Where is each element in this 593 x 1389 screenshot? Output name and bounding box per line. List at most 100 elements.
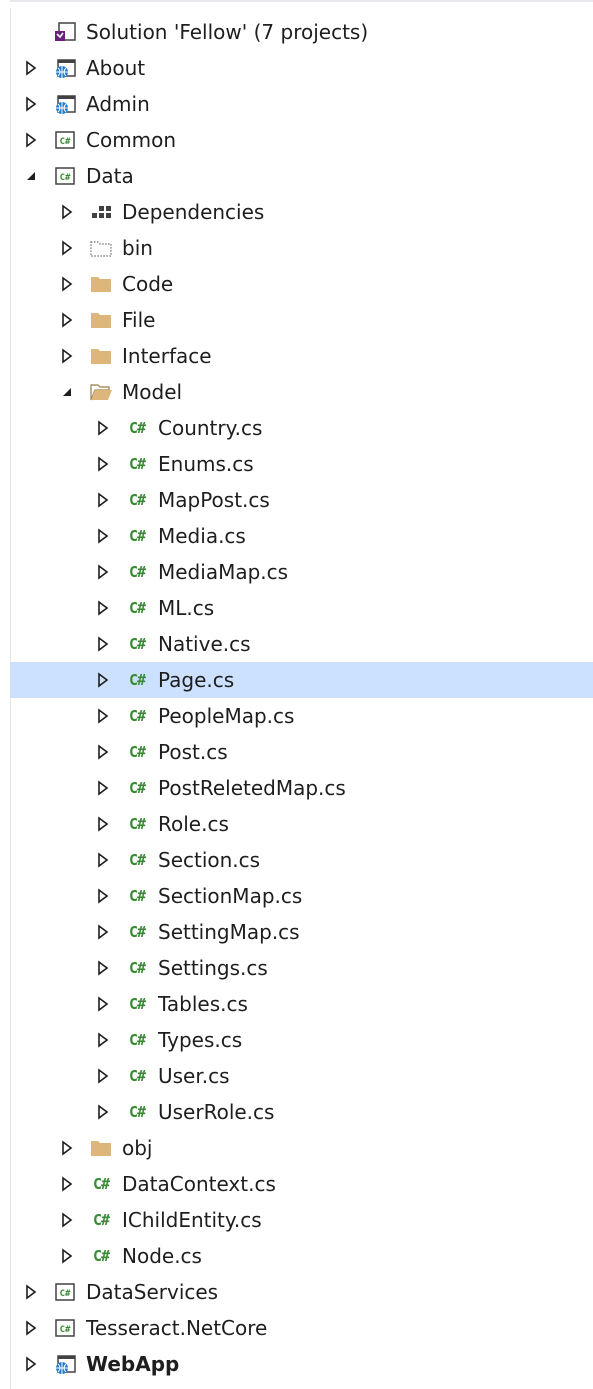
expand-arrow-icon[interactable]	[94, 770, 112, 806]
tree-item-label: Admin	[86, 92, 150, 116]
tree-item-content: C# ML.cs	[94, 590, 214, 626]
tree-item[interactable]: Interface	[0, 338, 593, 374]
tree-item[interactable]: C# Media.cs	[0, 518, 593, 554]
tree-item-label: Media.cs	[158, 524, 246, 548]
tree-item[interactable]: C# DataServices	[0, 1274, 593, 1310]
tree-item-label: Model	[122, 380, 183, 404]
expand-arrow-icon[interactable]	[22, 86, 40, 122]
expand-arrow-icon[interactable]	[94, 842, 112, 878]
tree-item[interactable]: bin	[0, 230, 593, 266]
csharp-file-icon: C#	[128, 815, 146, 833]
expand-arrow-icon[interactable]	[58, 338, 76, 374]
tree-item[interactable]: C# Page.cs	[10, 662, 593, 698]
tree-item[interactable]: C# Data	[0, 158, 593, 194]
tree-item[interactable]: C# SectionMap.cs	[0, 878, 593, 914]
tree-item[interactable]: obj	[0, 1130, 593, 1166]
hidden-folder-icon	[90, 237, 112, 259]
folder-icon	[90, 1137, 112, 1159]
tree-item-label: Code	[122, 272, 174, 296]
collapse-arrow-icon[interactable]	[22, 158, 40, 194]
expand-arrow-icon[interactable]	[94, 662, 112, 698]
folder-icon	[90, 309, 112, 331]
svg-text:C#: C#	[60, 173, 71, 183]
expand-arrow-icon[interactable]	[58, 194, 76, 230]
tree-item[interactable]: C# SettingMap.cs	[0, 914, 593, 950]
tree-item[interactable]: C# Enums.cs	[0, 446, 593, 482]
tree-item[interactable]: About	[0, 50, 593, 86]
tree-item[interactable]: C# Types.cs	[0, 1022, 593, 1058]
tree-item[interactable]: C# Tesseract.NetCore	[0, 1310, 593, 1346]
tree-item[interactable]: C# Settings.cs	[0, 950, 593, 986]
expand-arrow-icon[interactable]	[94, 878, 112, 914]
expand-arrow-icon[interactable]	[94, 806, 112, 842]
expand-arrow-icon[interactable]	[94, 1094, 112, 1130]
tree-item-content: C# Tables.cs	[94, 986, 248, 1022]
expand-arrow-icon[interactable]	[94, 1022, 112, 1058]
tree-item[interactable]: Solution 'Fellow' (7 projects)	[0, 14, 593, 50]
expand-arrow-icon[interactable]	[94, 482, 112, 518]
collapse-arrow-icon[interactable]	[58, 374, 76, 410]
tree-item-label: bin	[122, 236, 153, 260]
tree-item[interactable]: C# MapPost.cs	[0, 482, 593, 518]
expand-arrow-icon[interactable]	[94, 734, 112, 770]
tree-item[interactable]: File	[0, 302, 593, 338]
tree-item[interactable]: C# PostReletedMap.cs	[0, 770, 593, 806]
expand-arrow-icon[interactable]	[22, 1346, 40, 1382]
expand-arrow-icon[interactable]	[94, 410, 112, 446]
expand-arrow-icon[interactable]	[58, 1166, 76, 1202]
expand-arrow-icon[interactable]	[94, 698, 112, 734]
tree-item-label: Role.cs	[158, 812, 229, 836]
tree-item[interactable]: C# Role.cs	[0, 806, 593, 842]
tree-item[interactable]: Admin	[0, 86, 593, 122]
expand-arrow-icon[interactable]	[22, 50, 40, 86]
tree-item[interactable]: C# Node.cs	[0, 1238, 593, 1274]
folder-open-icon	[90, 381, 112, 403]
tree-item[interactable]: WebApp	[0, 1346, 593, 1382]
expand-arrow-icon[interactable]	[58, 230, 76, 266]
tree-item[interactable]: C# PeopleMap.cs	[0, 698, 593, 734]
tree-item[interactable]: Model	[0, 374, 593, 410]
expand-arrow-icon[interactable]	[94, 986, 112, 1022]
expand-arrow-icon[interactable]	[22, 1274, 40, 1310]
expand-arrow-icon[interactable]	[58, 1202, 76, 1238]
csharp-file-icon: C#	[128, 707, 146, 725]
csharp-file-icon: C#	[92, 1175, 110, 1193]
tree-item-content: C# Native.cs	[94, 626, 251, 662]
expand-arrow-icon[interactable]	[58, 1130, 76, 1166]
expand-arrow-icon[interactable]	[58, 302, 76, 338]
tree-item[interactable]: C# DataContext.cs	[0, 1166, 593, 1202]
expand-arrow-icon[interactable]	[94, 518, 112, 554]
expand-arrow-icon[interactable]	[94, 626, 112, 662]
expand-arrow-icon[interactable]	[58, 1238, 76, 1274]
tree-item[interactable]: C# UserRole.cs	[0, 1094, 593, 1130]
csharp-file-icon: C#	[128, 1067, 146, 1085]
tree-item[interactable]: Dependencies	[0, 194, 593, 230]
expand-arrow-icon[interactable]	[94, 914, 112, 950]
tree-item[interactable]: C# Native.cs	[0, 626, 593, 662]
tree-item-label: PeopleMap.cs	[158, 704, 295, 728]
tree-item[interactable]: C# Section.cs	[0, 842, 593, 878]
svg-text:C#: C#	[60, 1289, 71, 1299]
tree-item[interactable]: C# Country.cs	[0, 410, 593, 446]
expand-arrow-icon[interactable]	[58, 266, 76, 302]
tree-item-content: C# Role.cs	[94, 806, 229, 842]
csharp-project-icon: C#	[54, 1281, 76, 1303]
expand-arrow-icon[interactable]	[22, 122, 40, 158]
tree-item[interactable]: C# User.cs	[0, 1058, 593, 1094]
tree-item-label: SettingMap.cs	[158, 920, 300, 944]
expand-arrow-icon[interactable]	[94, 950, 112, 986]
tree-item[interactable]: C# Post.cs	[0, 734, 593, 770]
tree-item-content: C# MapPost.cs	[94, 482, 270, 518]
tree-item[interactable]: C# Common	[0, 122, 593, 158]
tree-item[interactable]: C# ML.cs	[0, 590, 593, 626]
expand-arrow-icon[interactable]	[94, 590, 112, 626]
tree-item[interactable]: Code	[0, 266, 593, 302]
tree-item[interactable]: C# MediaMap.cs	[0, 554, 593, 590]
tree-item[interactable]: C# IChildEntity.cs	[0, 1202, 593, 1238]
tree-item-content: Code	[58, 266, 173, 302]
expand-arrow-icon[interactable]	[94, 554, 112, 590]
tree-item[interactable]: C# Tables.cs	[0, 986, 593, 1022]
expand-arrow-icon[interactable]	[94, 1058, 112, 1094]
expand-arrow-icon[interactable]	[94, 446, 112, 482]
expand-arrow-icon[interactable]	[22, 1310, 40, 1346]
